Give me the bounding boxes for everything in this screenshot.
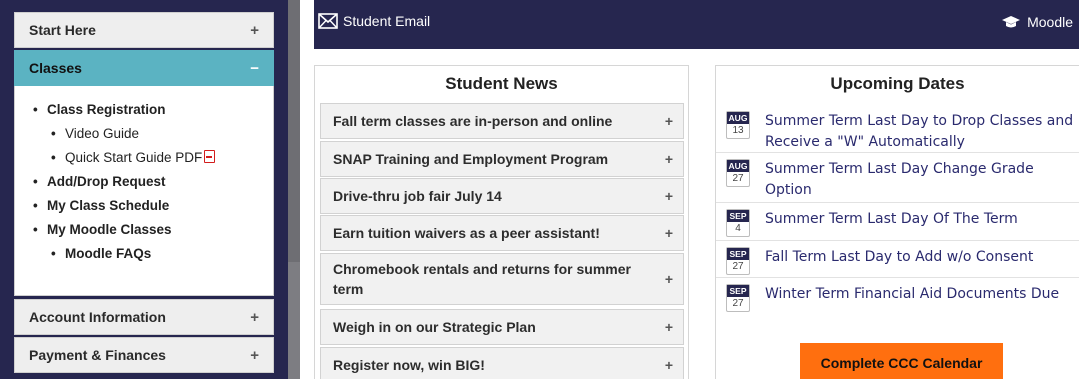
calendar-day: 27 <box>732 261 744 272</box>
news-item[interactable]: Weigh in on our Strategic Plan + <box>320 309 684 345</box>
calendar-icon: SEP 27 <box>726 284 750 312</box>
news-item-label: Drive-thru job fair July 14 <box>333 188 502 204</box>
calendar-month: AUG <box>727 160 749 172</box>
news-item[interactable]: SNAP Training and Employment Program + <box>320 141 684 177</box>
student-email-label: Student Email <box>343 13 431 29</box>
accordion-account-information[interactable]: Account Information + <box>14 299 274 335</box>
accordion-label: Account Information <box>29 309 166 325</box>
scrollbar-thumb[interactable] <box>288 0 300 262</box>
date-item[interactable]: AUG 27 Summer Term Last Day Change Grade… <box>716 153 1079 203</box>
news-item-label: Register now, win BIG! <box>333 357 485 373</box>
calendar-month: SEP <box>727 285 749 297</box>
news-item[interactable]: Earn tuition waivers as a peer assistant… <box>320 215 684 251</box>
plus-icon: + <box>664 319 673 335</box>
calendar-month: AUG <box>727 112 749 124</box>
plus-icon: + <box>664 225 673 241</box>
news-item[interactable]: Register now, win BIG! + <box>320 347 684 379</box>
calendar-month: SEP <box>727 248 749 260</box>
calendar-day: 27 <box>732 173 744 184</box>
news-item[interactable]: Drive-thru job fair July 14 + <box>320 178 684 214</box>
student-email-link[interactable]: Student Email <box>318 13 430 29</box>
news-item[interactable]: Chromebook rentals and returns for summe… <box>320 253 684 305</box>
classes-list: Class Registration Video Guide Quick Sta… <box>15 86 273 266</box>
upcoming-dates-panel: Upcoming Dates AUG 13 Summer Term Last D… <box>715 65 1079 379</box>
calendar-icon: AUG 27 <box>726 159 750 187</box>
news-item-label: Weigh in on our Strategic Plan <box>333 319 536 335</box>
my-moodle-classes-link[interactable]: My Moodle Classes <box>33 218 273 242</box>
plus-icon: + <box>664 271 673 287</box>
news-item[interactable]: Fall term classes are in-person and onli… <box>320 103 684 139</box>
moodle-link[interactable]: Moodle <box>1001 14 1073 30</box>
student-news-title: Student News <box>445 74 558 93</box>
calendar-icon: SEP 4 <box>726 209 750 237</box>
date-item-text[interactable]: Summer Term Last Day to Drop Classes and… <box>765 111 1075 153</box>
calendar-icon: AUG 13 <box>726 111 750 139</box>
plus-icon: + <box>664 151 673 167</box>
moodle-label: Moodle <box>1027 14 1073 30</box>
date-item[interactable]: SEP 27 Fall Term Last Day to Add w/o Con… <box>716 241 1079 278</box>
quick-start-guide-link[interactable]: Quick Start Guide PDF <box>51 146 273 170</box>
accordion-payment-finances[interactable]: Payment & Finances + <box>14 337 274 373</box>
minus-icon: − <box>250 59 259 77</box>
date-item-text[interactable]: Winter Term Financial Aid Documents Due <box>765 284 1059 305</box>
moodle-faqs-link[interactable]: Moodle FAQs <box>51 242 273 266</box>
plus-icon: + <box>250 346 259 364</box>
calendar-month: SEP <box>727 210 749 222</box>
plus-icon: + <box>250 308 259 326</box>
sidebar-scrollbar[interactable] <box>288 0 300 379</box>
accordion-label: Payment & Finances <box>29 347 166 363</box>
plus-icon: + <box>250 21 259 39</box>
plus-icon: + <box>664 188 673 204</box>
quick-start-guide-label: Quick Start Guide PDF <box>65 150 203 165</box>
top-bar: Student Email Moodle <box>314 0 1079 49</box>
date-item[interactable]: SEP 4 Summer Term Last Day Of The Term <box>716 203 1079 241</box>
class-registration-link[interactable]: Class Registration <box>33 98 273 122</box>
student-news-panel: Student News Fall term classes are in-pe… <box>314 65 689 379</box>
news-item-label: Fall term classes are in-person and onli… <box>333 113 613 129</box>
envelope-icon <box>318 13 338 29</box>
pdf-icon <box>204 150 216 163</box>
date-item[interactable]: AUG 13 Summer Term Last Day to Drop Clas… <box>716 105 1079 153</box>
date-item-text[interactable]: Fall Term Last Day to Add w/o Consent <box>765 247 1033 268</box>
add-drop-request-link[interactable]: Add/Drop Request <box>33 170 273 194</box>
calendar-day: 4 <box>735 223 741 234</box>
classes-panel: Class Registration Video Guide Quick Sta… <box>14 86 274 296</box>
accordion-classes[interactable]: Classes − <box>14 50 274 86</box>
calendar-day: 27 <box>732 298 744 309</box>
my-class-schedule-link[interactable]: My Class Schedule <box>33 194 273 218</box>
calendar-day: 13 <box>732 125 744 136</box>
news-item-label: Chromebook rentals and returns for summe… <box>333 261 631 297</box>
accordion-label: Classes <box>29 60 82 76</box>
accordion-start-here[interactable]: Start Here + <box>14 12 274 48</box>
calendar-icon: SEP 27 <box>726 247 750 275</box>
video-guide-link[interactable]: Video Guide <box>51 122 273 146</box>
complete-calendar-button[interactable]: Complete CCC Calendar <box>800 343 1003 379</box>
graduation-cap-icon <box>1002 16 1021 28</box>
date-item-text[interactable]: Summer Term Last Day Of The Term <box>765 209 1018 230</box>
accordion-label: Start Here <box>29 22 96 38</box>
spacer <box>300 0 314 379</box>
news-item-label: Earn tuition waivers as a peer assistant… <box>333 225 600 241</box>
date-item-text[interactable]: Summer Term Last Day Change Grade Option <box>765 159 1045 201</box>
news-item-label: SNAP Training and Employment Program <box>333 151 609 167</box>
plus-icon: + <box>664 357 673 373</box>
sidebar: Start Here + Classes − Class Registratio… <box>0 0 288 379</box>
upcoming-dates-title: Upcoming Dates <box>830 74 965 93</box>
date-item[interactable]: SEP 27 Winter Term Financial Aid Documen… <box>716 278 1079 316</box>
plus-icon: + <box>664 113 673 129</box>
